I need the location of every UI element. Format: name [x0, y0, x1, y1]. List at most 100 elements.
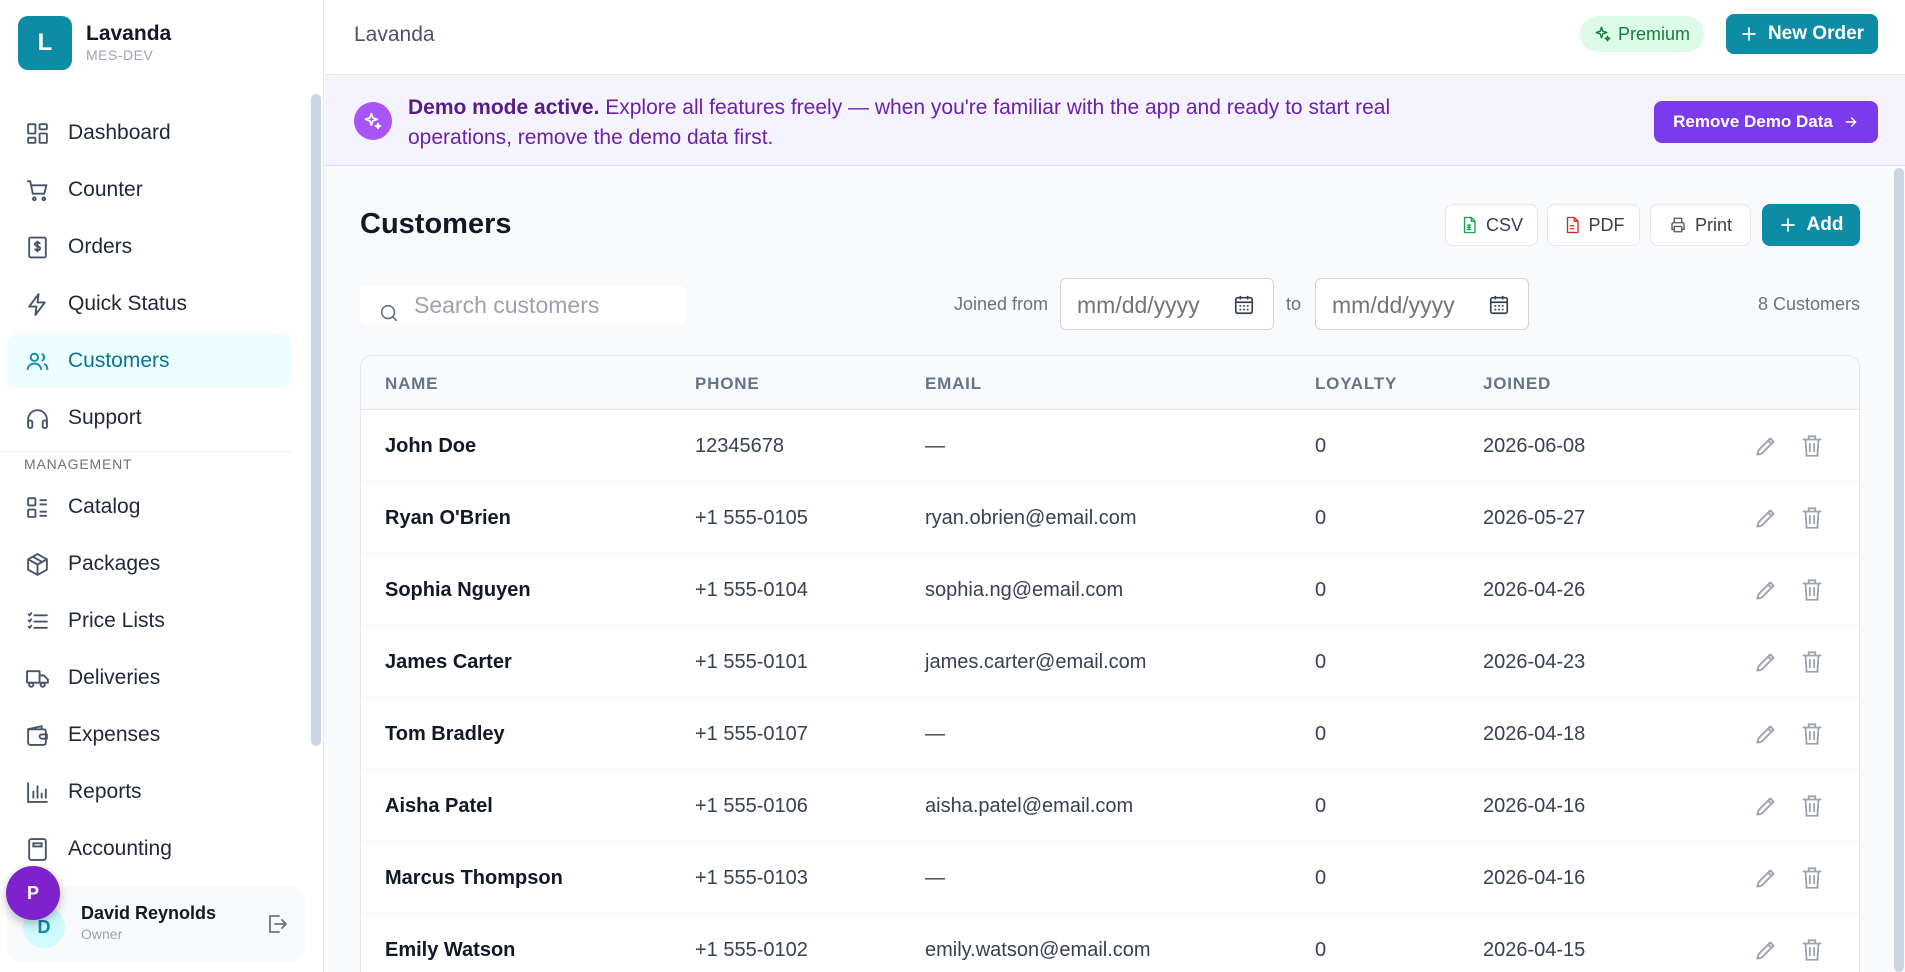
new-order-button[interactable]: New Order — [1726, 14, 1878, 54]
brand[interactable]: L Lavanda MES-DEV — [18, 16, 171, 70]
calendar-icon[interactable] — [1233, 294, 1255, 316]
joined-from-date-field[interactable] — [1060, 278, 1274, 330]
sidebar-item-packages[interactable]: Packages — [7, 537, 292, 591]
export-csv-button[interactable]: CSV — [1445, 204, 1538, 246]
joined-to-date-input[interactable] — [1332, 291, 1482, 319]
add-customer-button[interactable]: Add — [1762, 204, 1860, 246]
edit-icon[interactable] — [1753, 433, 1779, 459]
print-button[interactable]: Print — [1650, 204, 1751, 246]
cell-joined: 2026-06-08 — [1483, 435, 1586, 457]
column-header-phone[interactable]: PHONE — [695, 374, 759, 394]
demo-banner-bold: Demo mode active. — [408, 96, 600, 119]
sidebar-nav: Dashboard Counter Orders Quick Status Cu… — [0, 106, 300, 879]
dashboard-icon — [27, 122, 48, 144]
cell-joined: 2026-04-16 — [1483, 795, 1586, 817]
cell-loyalty: 0 — [1315, 507, 1327, 529]
joined-to-date-field[interactable] — [1315, 278, 1529, 330]
premium-badge[interactable]: Premium — [1580, 16, 1705, 52]
joined-from-label: Joined from — [954, 294, 1049, 314]
trash-icon[interactable] — [1799, 433, 1825, 459]
cell-loyalty: 0 — [1315, 579, 1327, 601]
edit-icon[interactable] — [1753, 649, 1779, 675]
print-label: Print — [1694, 214, 1732, 235]
sidebar-item-counter[interactable]: Counter — [7, 163, 292, 217]
add-label: Add — [1806, 214, 1844, 235]
trash-icon[interactable] — [1799, 577, 1825, 603]
table-row[interactable]: James Carter +1 555-0101 james.carter@em… — [361, 627, 1859, 698]
cell-email: emily.watson@email.com — [925, 939, 1151, 961]
cell-phone: +1 555-0103 — [695, 867, 808, 889]
sidebar-item-deliveries[interactable]: Deliveries — [7, 651, 292, 705]
column-header-name[interactable]: NAME — [385, 374, 438, 394]
sidebar-item-reports[interactable]: Reports — [7, 765, 292, 819]
customer-count: 8 Customers — [1757, 294, 1860, 314]
floating-profile-button[interactable]: P — [6, 866, 60, 920]
sidebar-item-expenses[interactable]: Expenses — [7, 708, 292, 762]
joined-from-date-input[interactable] — [1077, 291, 1227, 319]
to-label: to — [1286, 294, 1302, 314]
edit-icon[interactable] — [1753, 937, 1779, 963]
calendar-icon[interactable] — [1488, 294, 1510, 316]
sidebar-item-label: Reports — [68, 780, 142, 803]
trash-icon[interactable] — [1799, 793, 1825, 819]
pdf-label: PDF — [1588, 214, 1625, 235]
column-header-loyalty[interactable]: LOYALTY — [1315, 374, 1397, 394]
user-role: Owner — [81, 926, 123, 942]
new-order-label: New Order — [1767, 23, 1865, 44]
cell-email: sophia.ng@email.com — [925, 579, 1124, 601]
edit-icon[interactable] — [1753, 721, 1779, 747]
csv-file-icon — [1463, 216, 1476, 234]
customers-table: NAME PHONE EMAIL LOYALTY JOINED John Doe… — [360, 355, 1860, 972]
sidebar-item-price-lists[interactable]: Price Lists — [7, 594, 292, 648]
table-row[interactable]: Tom Bradley +1 555-0107 — 0 2026-04-18 — [361, 699, 1859, 770]
table-row[interactable]: Emily Watson +1 555-0102 emily.watson@em… — [361, 915, 1859, 972]
list-icon — [27, 611, 48, 629]
sidebar-item-orders[interactable]: Orders — [7, 220, 292, 274]
receipt-icon — [28, 236, 47, 258]
trash-icon[interactable] — [1799, 721, 1825, 747]
cell-loyalty: 0 — [1315, 795, 1327, 817]
sidebar-item-dashboard[interactable]: Dashboard — [7, 106, 292, 160]
trash-icon[interactable] — [1799, 649, 1825, 675]
trash-icon[interactable] — [1799, 937, 1825, 963]
sidebar-scrollbar[interactable] — [311, 94, 321, 746]
cell-email: — — [925, 723, 945, 745]
bolt-icon — [28, 292, 46, 316]
cell-name: Emily Watson — [385, 939, 516, 961]
remove-demo-data-button[interactable]: Remove Demo Data — [1654, 101, 1878, 143]
sidebar-item-catalog[interactable]: Catalog — [7, 480, 292, 534]
edit-icon[interactable] — [1753, 577, 1779, 603]
main-scrollbar[interactable] — [1894, 168, 1904, 972]
csv-label: CSV — [1485, 214, 1523, 235]
sidebar-item-accounting[interactable]: Accounting — [7, 822, 292, 876]
logout-icon[interactable] — [265, 912, 289, 936]
table-row[interactable]: Sophia Nguyen +1 555-0104 sophia.ng@emai… — [361, 555, 1859, 626]
sidebar-item-quick-status[interactable]: Quick Status — [7, 277, 292, 331]
topbar: Lavanda Premium New Order — [325, 0, 1905, 75]
column-header-email[interactable]: EMAIL — [925, 374, 982, 394]
table-row[interactable]: Aisha Patel +1 555-0106 aisha.patel@emai… — [361, 771, 1859, 842]
export-pdf-button[interactable]: PDF — [1547, 204, 1640, 246]
cell-name: Tom Bradley — [385, 723, 505, 745]
edit-icon[interactable] — [1753, 865, 1779, 891]
cell-email: aisha.patel@email.com — [925, 795, 1134, 817]
remove-demo-label: Remove Demo Data — [1673, 112, 1833, 131]
sidebar-item-support[interactable]: Support — [7, 391, 292, 445]
cell-phone: +1 555-0102 — [695, 939, 808, 961]
cart-icon — [27, 179, 48, 201]
topbar-title: Lavanda — [354, 23, 435, 46]
table-row[interactable]: Ryan O'Brien +1 555-0105 ryan.obrien@ema… — [361, 483, 1859, 554]
edit-icon[interactable] — [1753, 505, 1779, 531]
column-header-joined[interactable]: JOINED — [1483, 374, 1551, 394]
cell-joined: 2026-04-15 — [1483, 939, 1586, 961]
edit-icon[interactable] — [1753, 793, 1779, 819]
cell-name: Ryan O'Brien — [385, 507, 511, 529]
trash-icon[interactable] — [1799, 505, 1825, 531]
brand-subtitle: MES-DEV — [86, 47, 154, 63]
table-row[interactable]: John Doe 12345678 — 0 2026-06-08 — [361, 411, 1859, 482]
cell-joined: 2026-04-23 — [1483, 651, 1586, 673]
sidebar-item-customers[interactable]: Customers — [7, 334, 292, 388]
table-row[interactable]: Marcus Thompson +1 555-0103 — 0 2026-04-… — [361, 843, 1859, 914]
search-input[interactable] — [414, 288, 674, 322]
trash-icon[interactable] — [1799, 865, 1825, 891]
